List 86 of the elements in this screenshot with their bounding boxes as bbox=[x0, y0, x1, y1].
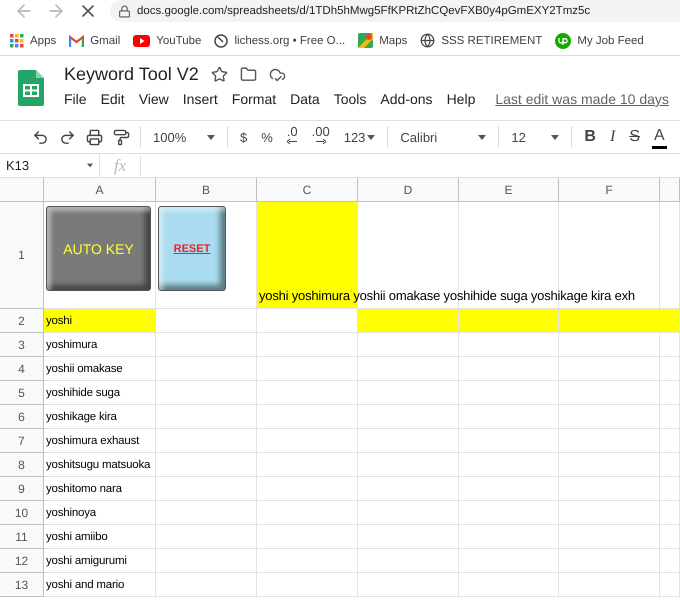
font-size-dropdown[interactable]: 12 bbox=[509, 124, 562, 150]
bookmark-link[interactable]: Gmail bbox=[69, 34, 120, 46]
row-header[interactable]: 9 bbox=[0, 477, 44, 501]
table-cell: yoshimura exhaust bbox=[44, 429, 156, 453]
row-header[interactable]: 11 bbox=[0, 525, 44, 549]
sheets-logo-icon bbox=[18, 70, 44, 106]
row-header[interactable]: 2 bbox=[0, 309, 44, 333]
menu-item[interactable]: Tools bbox=[334, 91, 366, 107]
row-header[interactable]: 6 bbox=[0, 405, 44, 429]
increase-decimal-button[interactable]: .00 bbox=[310, 124, 332, 150]
address-bar[interactable]: docs.google.com/spreadsheets/d/1TDh5hMwg5FfKPRtZhCQevFXB0y4pGmEXY2Tmz5c bbox=[110, 0, 680, 22]
star-icon[interactable] bbox=[210, 66, 228, 83]
text-color-button[interactable]: A bbox=[652, 125, 667, 149]
menu-item[interactable]: Format bbox=[232, 91, 276, 107]
table-cell: yoshitsugu matsuoka bbox=[44, 453, 156, 477]
row-header[interactable]: 8 bbox=[0, 453, 44, 477]
zoom-dropdown[interactable]: 100% bbox=[151, 124, 217, 150]
row-header[interactable]: 3 bbox=[0, 333, 44, 357]
envelope-m-icon bbox=[69, 34, 84, 46]
caret-icon bbox=[551, 134, 560, 140]
auto-key-button[interactable]: AUTO KEY bbox=[46, 206, 151, 291]
table-cell: yoshitomo nara bbox=[44, 477, 156, 501]
bookmark-link[interactable]: Maps bbox=[358, 33, 408, 48]
percent-button[interactable]: % bbox=[259, 124, 275, 150]
bold-button[interactable]: B bbox=[582, 124, 598, 150]
caret-icon bbox=[207, 134, 215, 140]
caret-icon bbox=[87, 163, 93, 168]
paint-format-icon[interactable] bbox=[113, 128, 130, 146]
caret-icon bbox=[367, 134, 376, 140]
formula-label: fx bbox=[100, 156, 142, 176]
menu-item[interactable]: Edit bbox=[100, 91, 125, 107]
column-header[interactable]: A bbox=[44, 178, 156, 202]
table-cell: yoshihide suga bbox=[44, 381, 156, 405]
column-header[interactable]: C bbox=[257, 178, 358, 202]
play-icon bbox=[133, 34, 150, 46]
apps-grid-icon bbox=[10, 34, 24, 48]
strikethrough-button[interactable]: S bbox=[627, 124, 642, 150]
globe-icon bbox=[420, 33, 436, 48]
redo-icon[interactable] bbox=[59, 128, 76, 146]
left-arrow-icon bbox=[287, 139, 298, 144]
document-title[interactable]: Keyword Tool V2 bbox=[64, 64, 199, 85]
column-header[interactable]: D bbox=[358, 178, 459, 202]
name-box[interactable]: K13 bbox=[0, 154, 100, 177]
currency-button[interactable]: $ bbox=[238, 124, 250, 150]
map-pin-icon bbox=[358, 33, 374, 48]
menu-item[interactable]: Help bbox=[446, 91, 476, 107]
table-cell: yoshi and mario bbox=[44, 573, 156, 597]
table-cell: yoshinoya bbox=[44, 501, 156, 525]
row-header[interactable]: 12 bbox=[0, 549, 44, 573]
table-cell: yoshii omakase bbox=[44, 357, 156, 381]
menu-item[interactable]: Data bbox=[290, 91, 320, 107]
table-cell: yoshi amigurumi bbox=[44, 549, 156, 573]
undo-icon[interactable] bbox=[32, 128, 49, 146]
lock-icon bbox=[118, 4, 131, 18]
bookmark-link[interactable]: My Job Feed bbox=[555, 32, 644, 48]
print-icon[interactable] bbox=[86, 128, 103, 146]
row-header[interactable]: 13 bbox=[0, 573, 44, 597]
font-dropdown[interactable]: Calibri bbox=[398, 124, 488, 150]
column-header[interactable]: F bbox=[559, 178, 660, 202]
bookmark-link[interactable]: lichess.org • Free O... bbox=[214, 34, 346, 48]
folder-icon[interactable] bbox=[240, 66, 257, 83]
cloud-check-icon[interactable] bbox=[268, 66, 286, 83]
caret-icon bbox=[478, 134, 486, 140]
menu-item[interactable]: File bbox=[64, 91, 87, 107]
bookmark-link[interactable]: SSS RETIREMENT bbox=[420, 33, 542, 48]
row-header[interactable]: 4 bbox=[0, 357, 44, 381]
table-cell: yoshimura bbox=[44, 333, 156, 357]
column-header[interactable]: E bbox=[459, 178, 559, 202]
italic-button[interactable]: I bbox=[608, 124, 618, 150]
column-header[interactable]: B bbox=[156, 178, 257, 202]
decrease-decimal-button[interactable]: .0 bbox=[284, 124, 300, 150]
last-edit-link[interactable]: Last edit was made 10 days bbox=[495, 91, 669, 107]
highlighted-cell: yoshi bbox=[44, 309, 156, 333]
menu-item[interactable]: Add-ons bbox=[380, 91, 433, 107]
menu-item[interactable]: View bbox=[138, 91, 169, 107]
more-formats-dropdown[interactable]: 123 bbox=[342, 124, 378, 150]
row-header[interactable]: 7 bbox=[0, 429, 44, 453]
bookmark-link[interactable]: Apps bbox=[10, 34, 56, 48]
right-arrow-icon bbox=[316, 139, 326, 144]
bookmark-link[interactable]: YouTube bbox=[133, 34, 202, 46]
row-header[interactable]: 10 bbox=[0, 501, 44, 525]
menu-item[interactable]: Insert bbox=[182, 91, 218, 107]
row-header[interactable]: 1 bbox=[0, 202, 44, 309]
table-cell: yoshi amiibo bbox=[44, 525, 156, 549]
table-cell: yoshikage kira bbox=[44, 405, 156, 429]
row-header[interactable]: 5 bbox=[0, 381, 44, 405]
